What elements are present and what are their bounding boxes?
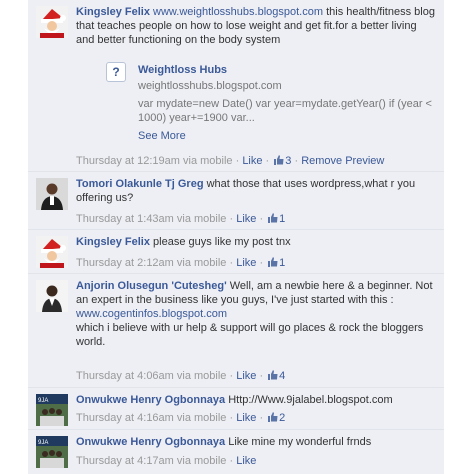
- comment-item: Anjorin Olusegun 'Cutesheg' Well, am a n…: [28, 274, 444, 388]
- comment-meta: Thursday at 4:17am via mobile · Like: [76, 455, 257, 467]
- timestamp[interactable]: Thursday at 4:06am: [76, 370, 174, 382]
- like-button[interactable]: Like: [242, 155, 262, 167]
- comment-item: Tomori Olakunle Tj Greg what those that …: [28, 172, 444, 230]
- comment-feed: Kingsley Felix www.weightlosshubs.blogsp…: [0, 0, 452, 474]
- author-name[interactable]: Onwukwe Henry Ogbonnaya: [76, 436, 225, 448]
- author-name[interactable]: Kingsley Felix: [76, 6, 150, 18]
- comment-body: Kingsley Felix please guys like my post …: [76, 235, 438, 249]
- svg-text:9JA: 9JA: [38, 398, 48, 404]
- comment-meta: Thursday at 1:43am via mobile · Like · 1: [76, 213, 286, 225]
- timestamp[interactable]: Thursday at 12:19am: [76, 155, 180, 167]
- comment-body: Onwukwe Henry Ogbonnaya Http://Www.9jala…: [76, 393, 438, 407]
- comment-link[interactable]: www.cogentinfos.blogspot.com: [76, 308, 227, 320]
- comment-body: Anjorin Olusegun 'Cutesheg' Well, am a n…: [76, 279, 438, 349]
- comment-meta: Thursday at 4:16am via mobile · Like · 2: [76, 412, 286, 424]
- comment-body: Kingsley Felix www.weightlosshubs.blogsp…: [76, 5, 438, 47]
- author-name[interactable]: Anjorin Olusegun 'Cutesheg': [76, 280, 227, 292]
- like-count[interactable]: 1: [279, 257, 285, 269]
- thumbs-up-icon: [274, 155, 284, 165]
- timestamp[interactable]: Thursday at 2:12am: [76, 257, 174, 269]
- comment-item: 9JA Onwukwe Henry Ogbonnaya Http://Www.9…: [28, 388, 444, 430]
- comment-meta: Thursday at 12:19am via mobile · Like · …: [76, 155, 385, 167]
- comment-body: Tomori Olakunle Tj Greg what those that …: [76, 177, 438, 205]
- question-icon: ?: [106, 62, 126, 82]
- link-preview: ? Weightloss Hubs weightlosshubs.blogspo…: [106, 60, 436, 144]
- preview-title[interactable]: Weightloss Hubs: [138, 64, 227, 76]
- see-more-link[interactable]: See More: [138, 130, 186, 142]
- santa-avatar-icon[interactable]: [36, 6, 68, 38]
- comment-link[interactable]: www.weightlosshubs.blogspot.com: [153, 6, 323, 18]
- timestamp[interactable]: Thursday at 1:43am: [76, 213, 174, 225]
- santa-avatar-icon[interactable]: [36, 236, 68, 268]
- thumbs-up-icon: [268, 257, 278, 267]
- preview-domain: weightlosshubs.blogspot.com: [138, 80, 282, 92]
- like-button[interactable]: Like: [236, 257, 256, 269]
- remove-preview-link[interactable]: Remove Preview: [301, 155, 384, 167]
- comment-text: Http://Www.9jalabel.blogspot.com: [225, 394, 393, 406]
- timestamp[interactable]: Thursday at 4:17am: [76, 455, 174, 467]
- author-name[interactable]: Tomori Olakunle Tj Greg: [76, 178, 204, 190]
- comment-meta: Thursday at 4:06am via mobile · Like · 4: [76, 370, 286, 382]
- svg-text:9JA: 9JA: [38, 440, 48, 446]
- like-count[interactable]: 2: [279, 412, 285, 424]
- group-avatar-icon[interactable]: 9JA: [36, 436, 68, 468]
- group-avatar-icon[interactable]: 9JA: [36, 394, 68, 426]
- comment-text: Like mine my wonderful frnds: [225, 436, 372, 448]
- comment-item: 9JA Onwukwe Henry Ogbonnaya Like mine my…: [28, 430, 444, 474]
- like-button[interactable]: Like: [236, 213, 256, 225]
- like-button[interactable]: Like: [236, 455, 256, 467]
- author-name[interactable]: Kingsley Felix: [76, 236, 150, 248]
- comment-body: Onwukwe Henry Ogbonnaya Like mine my won…: [76, 435, 438, 449]
- like-button[interactable]: Like: [236, 412, 256, 424]
- timestamp[interactable]: Thursday at 4:16am: [76, 412, 174, 424]
- comment-text-continued: which i believe with ur help & support w…: [76, 322, 424, 348]
- comment-text: please guys like my post tnx: [149, 236, 291, 248]
- thumbs-up-icon: [268, 370, 278, 380]
- thumbs-up-icon: [268, 213, 278, 223]
- person-avatar-icon[interactable]: [36, 280, 68, 312]
- preview-description: var mydate=new Date() var year=mydate.ge…: [138, 98, 432, 124]
- comment-item: Kingsley Felix please guys like my post …: [28, 230, 444, 274]
- like-count[interactable]: 3: [285, 155, 291, 167]
- comment-item: Kingsley Felix www.weightlosshubs.blogsp…: [28, 0, 444, 172]
- person-avatar-icon[interactable]: [36, 178, 68, 210]
- like-count[interactable]: 4: [279, 370, 285, 382]
- thumbs-up-icon: [268, 412, 278, 422]
- like-button[interactable]: Like: [236, 370, 256, 382]
- author-name[interactable]: Onwukwe Henry Ogbonnaya: [76, 394, 225, 406]
- like-count[interactable]: 1: [279, 213, 285, 225]
- comment-meta: Thursday at 2:12am via mobile · Like · 1: [76, 257, 286, 269]
